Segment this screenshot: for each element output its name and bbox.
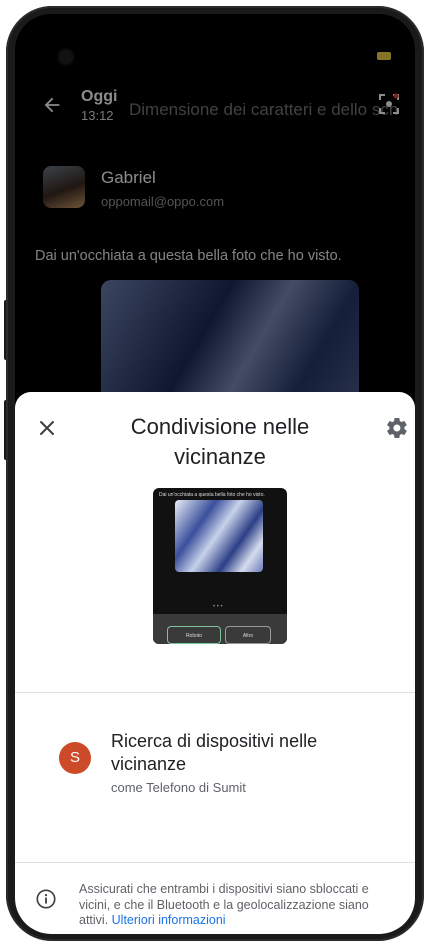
sheet-title: Condivisione nelle vicinanze (130, 414, 310, 469)
preview-photo (175, 500, 263, 572)
close-icon[interactable] (35, 416, 59, 440)
info-icon (35, 888, 57, 910)
scan-icon[interactable] (377, 92, 401, 116)
device-search-subtitle: come Telefono di Sumit (111, 780, 246, 795)
device-search-title: Ricerca di dispositivi nelle vicinanze (111, 731, 318, 774)
screen: Dimensione dei caratteri e dello schermo… (15, 14, 415, 934)
sender-avatar (43, 166, 85, 208)
info-message: Assicurati che entrambi i dispositivi si… (79, 882, 401, 929)
sender-name: Gabriel (101, 168, 156, 187)
sender-email: oppomail@oppo.com (101, 194, 225, 209)
device-avatar: S (59, 742, 91, 774)
device-search-item[interactable]: S Ricerca di dispositivi nelle vicinanze… (15, 724, 415, 814)
nearby-share-sheet: Condivisione nelle vicinanze Dai un'occh… (15, 392, 415, 934)
gear-icon[interactable] (385, 416, 409, 440)
content-preview: Dai un'occhiata a questa bella foto che … (153, 488, 287, 644)
preview-message-text: Dai un'occhiata a questa bella foto che … (159, 492, 265, 498)
background-page-title: Dimensione dei caratteri e dello schermo (129, 100, 399, 119)
message-text: Dai un'occhiata a questa bella foto che … (35, 248, 342, 264)
status-bar (15, 14, 415, 58)
divider (15, 692, 415, 693)
battery-icon (377, 52, 391, 60)
divider (15, 862, 415, 863)
header-title: Oggi (81, 88, 118, 105)
device-frame: Dimensione dei caratteri e dello schermo… (0, 0, 430, 947)
front-camera (59, 50, 73, 64)
preview-primary-button: Roboto (167, 626, 221, 644)
message-photo (101, 280, 359, 410)
preview-secondary-button: Altro (225, 626, 271, 644)
header-time: 13:12 (81, 108, 114, 123)
back-arrow-icon[interactable] (41, 94, 65, 118)
preview-page-dots: • • • (213, 604, 223, 610)
learn-more-link[interactable]: Ulteriori informazioni (112, 913, 226, 927)
